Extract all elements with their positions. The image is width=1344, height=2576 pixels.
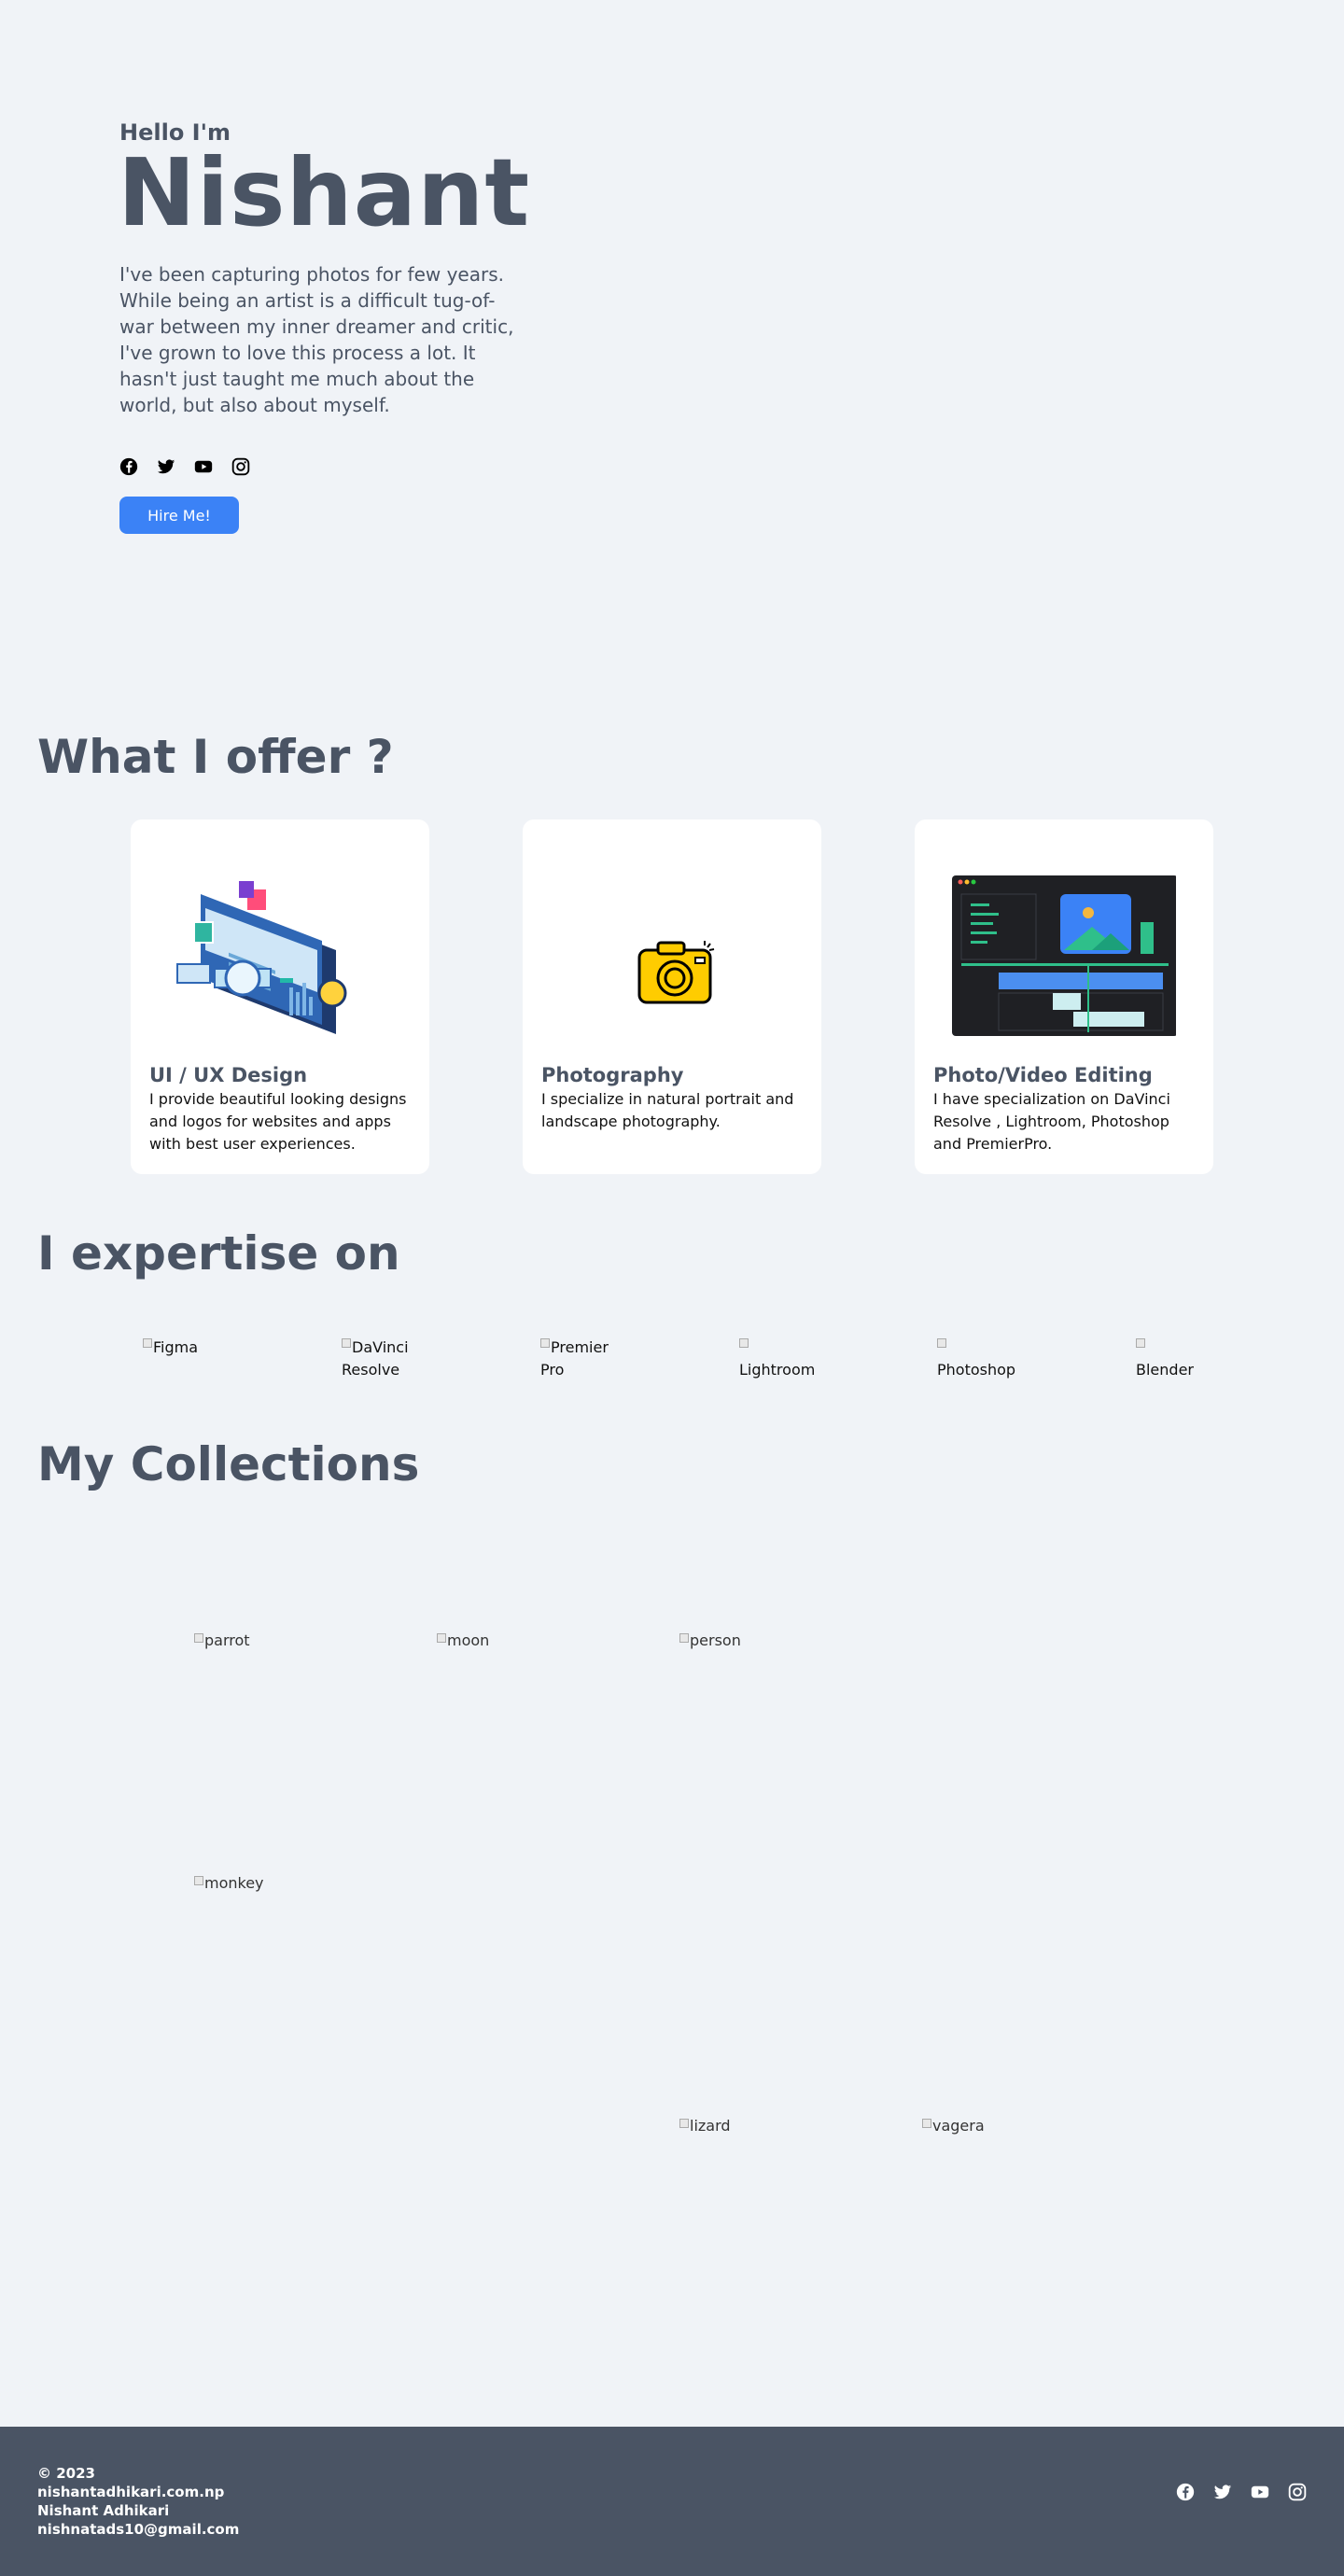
broken-image-icon [342, 1338, 351, 1348]
broken-image-icon [143, 1338, 152, 1348]
collection-photo-lizard[interactable]: lizard [679, 2117, 731, 2135]
service-description: I specialize in natural portrait and lan… [541, 1090, 794, 1130]
footer-owner: Nishant Adhikari [37, 2502, 170, 2519]
broken-image-icon [937, 1338, 946, 1348]
collection-photo-moon[interactable]: moon [437, 1631, 489, 1649]
service-card-ui-ux: UI / UX Design I provide beautiful looki… [131, 819, 429, 1174]
youtube-icon[interactable] [194, 457, 213, 476]
broken-image-icon [679, 2119, 689, 2128]
ui-ux-illustration [176, 881, 347, 1034]
footer-info: © 2023 nishantadhikari.com.np Nishant Ad… [37, 2464, 239, 2539]
service-title: Photo/Video Editing [933, 1064, 1153, 1086]
service-card-editing: Photo/Video Editing I have specializatio… [915, 819, 1213, 1174]
skill-lightroom: Lightroom [739, 1337, 818, 1381]
skill-photoshop: Photoshop [937, 1337, 1015, 1381]
broken-image-icon [437, 1633, 446, 1643]
collections-section-title: My Collections [37, 1437, 420, 1491]
twitter-icon[interactable] [157, 457, 175, 476]
collection-photo-monkey[interactable]: monkey [194, 1874, 264, 1892]
offer-section-title: What I offer ? [37, 730, 394, 784]
expertise-section-title: I expertise on [37, 1226, 400, 1281]
service-title: Photography [541, 1064, 684, 1086]
broken-image-icon [739, 1338, 749, 1348]
collection-photo-person[interactable]: person [679, 1631, 741, 1649]
broken-image-icon [194, 1876, 203, 1885]
skill-davinci-resolve: DaVinci Resolve [342, 1338, 409, 1379]
hero-social-links [119, 457, 250, 476]
broken-image-icon [1136, 1338, 1145, 1348]
skill-figma: Figma [143, 1337, 221, 1359]
footer-social-links [1176, 2483, 1307, 2501]
hero-bio: I've been capturing photos for few years… [119, 263, 514, 416]
service-title: UI / UX Design [149, 1064, 308, 1086]
facebook-icon[interactable] [119, 457, 138, 476]
instagram-icon[interactable] [231, 457, 250, 476]
footer-domain[interactable]: nishantadhikari.com.np [37, 2483, 239, 2501]
instagram-icon[interactable] [1288, 2483, 1307, 2501]
broken-image-icon [540, 1338, 550, 1348]
editor-illustration [952, 875, 1176, 1036]
service-description: I have specialization on DaVinci Resolve… [933, 1090, 1170, 1153]
youtube-icon[interactable] [1251, 2483, 1269, 2501]
skill-premier-pro: Premier Pro [540, 1338, 609, 1379]
skill-blender: Blender [1136, 1337, 1214, 1381]
hero-name: Nishant [118, 138, 531, 247]
camera-icon [637, 941, 715, 1004]
facebook-icon[interactable] [1176, 2483, 1195, 2501]
broken-image-icon [679, 1633, 689, 1643]
broken-image-icon [194, 1633, 203, 1643]
twitter-icon[interactable] [1213, 2483, 1232, 2501]
footer-email[interactable]: nishnatads10@gmail.com [37, 2520, 239, 2539]
footer: © 2023 nishantadhikari.com.np Nishant Ad… [0, 2427, 1344, 2576]
footer-copyright: © 2023 [37, 2465, 95, 2482]
service-card-photography: Photography I specialize in natural port… [523, 819, 821, 1174]
collection-photo-parrot[interactable]: parrot [194, 1631, 250, 1649]
collection-photo-vagera[interactable]: vagera [922, 2117, 985, 2135]
service-description: I provide beautiful looking designs and … [149, 1090, 407, 1153]
broken-image-icon [922, 2119, 931, 2128]
hire-me-button[interactable]: Hire Me! [119, 497, 239, 534]
